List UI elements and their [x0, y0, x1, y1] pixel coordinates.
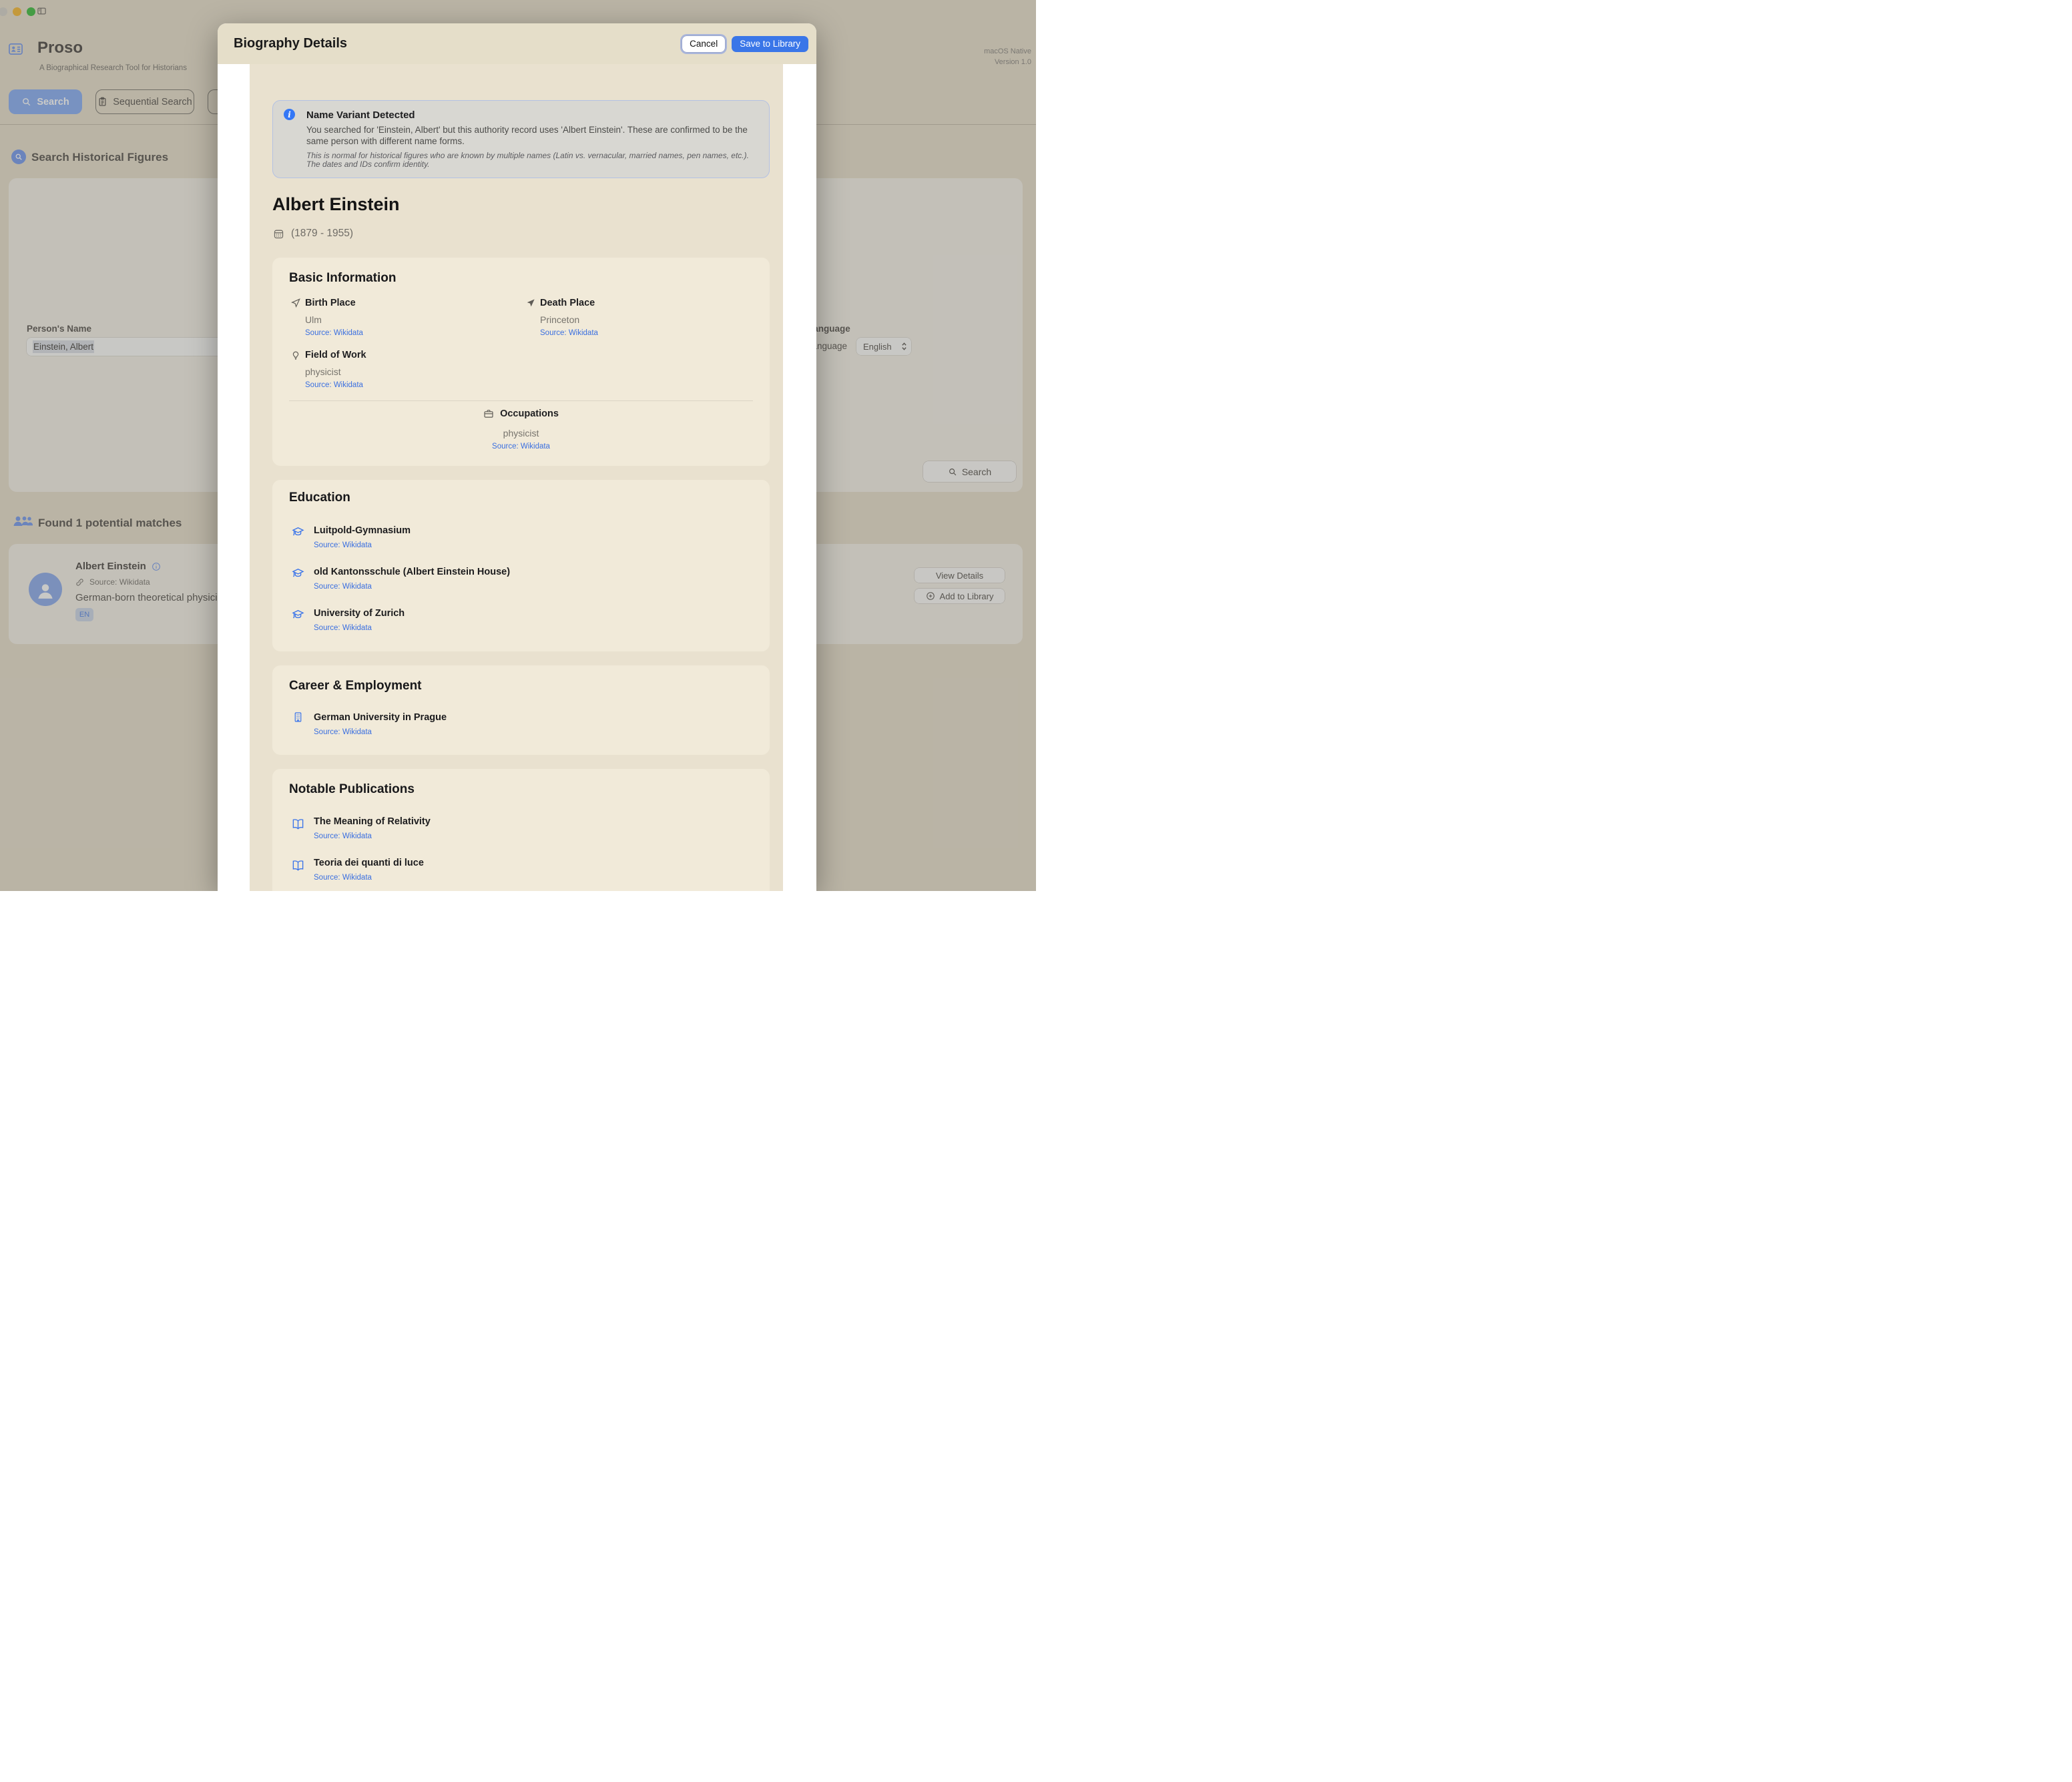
modal-header: Biography Details Cancel Save to Library [218, 23, 816, 64]
education-item-name: old Kantonsschule (Albert Einstein House… [314, 567, 510, 577]
death-place-source-link[interactable]: Source: Wikidata [540, 329, 598, 337]
education-title: Education [289, 491, 350, 505]
biography-details-modal: Biography Details Cancel Save to Library… [218, 23, 816, 891]
calendar-icon [273, 228, 284, 240]
occupations-value: physicist [272, 428, 770, 438]
occupations-label: Occupations [500, 408, 559, 419]
cancel-button[interactable]: Cancel [682, 36, 725, 52]
section-divider [289, 400, 753, 401]
occupations-source-link[interactable]: Source: Wikidata [272, 442, 770, 451]
death-place-label: Death Place [540, 298, 595, 308]
education-item-source-link[interactable]: Source: Wikidata [314, 583, 372, 591]
education-item-source-link[interactable]: Source: Wikidata [314, 541, 372, 549]
person-lifespan: (1879 - 1955) [273, 228, 353, 240]
publication-item-name: Teoria dei quanti di luce [314, 858, 424, 868]
publications-section: Notable Publications The Meaning of Rela… [272, 769, 770, 891]
save-to-library-button[interactable]: Save to Library [732, 36, 808, 52]
field-of-work-source-link[interactable]: Source: Wikidata [305, 381, 363, 389]
info-filled-icon: i [284, 109, 295, 120]
screen: Proso A Biographical Research Tool for H… [0, 0, 1036, 891]
birth-place-label: Birth Place [305, 298, 356, 308]
publications-title: Notable Publications [289, 782, 415, 797]
name-variant-alert: i Name Variant Detected You searched for… [272, 100, 770, 178]
building-icon [292, 711, 304, 723]
basic-information-title: Basic Information [289, 271, 396, 286]
graduation-cap-icon [292, 608, 304, 621]
lightbulb-icon [290, 350, 301, 360]
career-title: Career & Employment [289, 679, 422, 693]
death-place-value: Princeton [540, 314, 579, 325]
education-section: Education Luitpold-Gymnasium Source: Wik… [272, 480, 770, 651]
person-lifespan-text: (1879 - 1955) [291, 228, 353, 240]
birth-place-source-link[interactable]: Source: Wikidata [305, 329, 363, 337]
alert-title: Name Variant Detected [306, 109, 415, 121]
occupations-block: Occupations physicist Source: Wikidata [272, 408, 770, 451]
career-item-name: German University in Prague [314, 712, 447, 723]
publication-item-source-link[interactable]: Source: Wikidata [314, 832, 372, 840]
publication-item-name: The Meaning of Relativity [314, 816, 431, 827]
alert-note: This is normal for historical figures wh… [306, 152, 752, 169]
briefcase-icon [483, 408, 494, 419]
education-item-source-link[interactable]: Source: Wikidata [314, 624, 372, 632]
biography-content-panel: i Name Variant Detected You searched for… [250, 64, 783, 891]
education-item-name: Luitpold-Gymnasium [314, 525, 411, 536]
navigation-outline-icon [290, 298, 301, 308]
alert-body: You searched for 'Einstein, Albert' but … [306, 125, 752, 147]
field-of-work-label: Field of Work [305, 350, 366, 360]
field-of-work-value: physicist [305, 366, 341, 377]
graduation-cap-icon [292, 525, 304, 538]
career-item-source-link[interactable]: Source: Wikidata [314, 728, 372, 736]
navigation-filled-icon [525, 298, 536, 308]
birth-place-value: Ulm [305, 314, 322, 325]
graduation-cap-icon [292, 567, 304, 579]
modal-title: Biography Details [234, 36, 347, 51]
person-name-title: Albert Einstein [272, 194, 400, 215]
publication-item-source-link[interactable]: Source: Wikidata [314, 874, 372, 882]
open-book-icon [292, 818, 304, 830]
career-section: Career & Employment German University in… [272, 665, 770, 755]
basic-information-section: Basic Information Birth Place Ulm Source… [272, 258, 770, 466]
education-item-name: University of Zurich [314, 608, 405, 619]
open-book-icon [292, 859, 304, 872]
